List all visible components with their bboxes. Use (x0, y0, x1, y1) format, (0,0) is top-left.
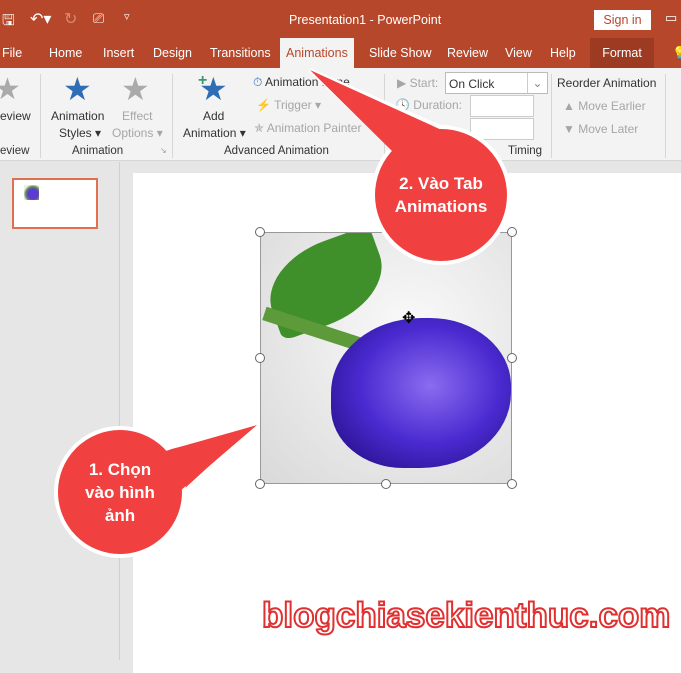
callout-1-text: 1. Chọn vào hình ảnh (85, 460, 155, 525)
callout-shapes (54, 68, 511, 558)
callout-2-text: 2. Vào Tab Animations (394, 174, 488, 216)
watermark: blogchiasekienthuc.com (261, 595, 671, 636)
callout-2-tail-fill (310, 70, 468, 152)
